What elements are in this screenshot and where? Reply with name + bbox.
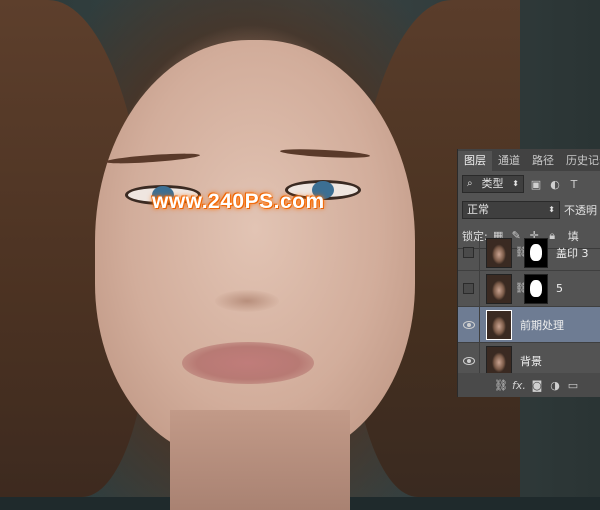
layer-name: 5 (556, 282, 563, 295)
panel-bottom-toolbar: ⛓ fx. ◙ ◑ ▭ (458, 373, 600, 397)
layer-name: 盖印 3 (556, 246, 589, 260)
adjustment-icon[interactable]: ◑ (546, 379, 564, 392)
eye-icon[interactable] (462, 356, 475, 365)
visibility-toggle[interactable] (458, 306, 480, 343)
fx-icon[interactable]: fx. (510, 379, 528, 392)
layers-panel: 图层 通道 路径 历史记录 ⌕ 类型 ⬍ ▣ ◐ T 正常 ⬍ 不透明 锁定: … (457, 149, 600, 397)
blend-row: 正常 ⬍ 不透明 (458, 197, 600, 223)
tab-history[interactable]: 历史记录 (560, 151, 600, 171)
nose (215, 290, 279, 312)
link-chain-icon: ⛓ (515, 283, 528, 294)
tab-layers[interactable]: 图层 (458, 151, 492, 171)
updown-icon: ⬍ (548, 205, 555, 214)
layer-name: 背景 (520, 354, 542, 368)
visibility-toggle[interactable] (458, 270, 480, 307)
panel-tabs: 图层 通道 路径 历史记录 (458, 149, 600, 171)
type-filter-icon[interactable]: T (567, 177, 581, 191)
face (95, 40, 415, 460)
visibility-toggle[interactable] (458, 234, 480, 271)
updown-icon: ⬍ (512, 179, 519, 188)
image-filter-icon[interactable]: ▣ (529, 177, 543, 191)
filter-select[interactable]: ⌕ 类型 ⬍ (462, 175, 524, 193)
link-icon[interactable]: ⛓ (492, 379, 510, 392)
layer-row[interactable]: ⛓ 5 (458, 270, 600, 307)
layer-mask-thumbnail[interactable] (524, 237, 548, 268)
hidden-checkbox[interactable] (463, 283, 474, 294)
adjustment-filter-icon[interactable]: ◐ (548, 177, 562, 191)
layer-mask-thumbnail[interactable] (524, 273, 548, 304)
hidden-checkbox[interactable] (463, 247, 474, 258)
layer-thumbnail (486, 273, 512, 304)
fill-label: 填 (567, 229, 579, 243)
filter-row: ⌕ 类型 ⬍ ▣ ◐ T (458, 171, 600, 197)
tab-paths[interactable]: 路径 (526, 151, 560, 171)
opacity-label: 不透明 (564, 204, 597, 217)
search-icon: ⌕ (467, 178, 473, 189)
blend-mode-select[interactable]: 正常 ⬍ (462, 201, 560, 219)
filter-select-value: 类型 (481, 177, 504, 190)
layer-list: ⛓ 盖印 3 ⛓ 5 前期处理 背景 (458, 234, 600, 379)
neck (170, 410, 350, 510)
watermark-text: www.240PS.com (152, 190, 325, 213)
layer-thumbnail (486, 237, 512, 268)
mask-icon[interactable]: ◙ (528, 379, 546, 392)
group-icon[interactable]: ▭ (564, 379, 582, 392)
tab-channels[interactable]: 通道 (492, 151, 526, 171)
layer-thumbnail (486, 345, 512, 376)
eye-icon[interactable] (462, 320, 475, 329)
layer-thumbnail (486, 309, 512, 340)
layer-row-active[interactable]: 前期处理 (458, 306, 600, 343)
link-chain-icon: ⛓ (515, 247, 528, 258)
layer-name: 前期处理 (520, 318, 564, 332)
blend-mode-value: 正常 (467, 203, 489, 216)
lips (182, 342, 314, 384)
